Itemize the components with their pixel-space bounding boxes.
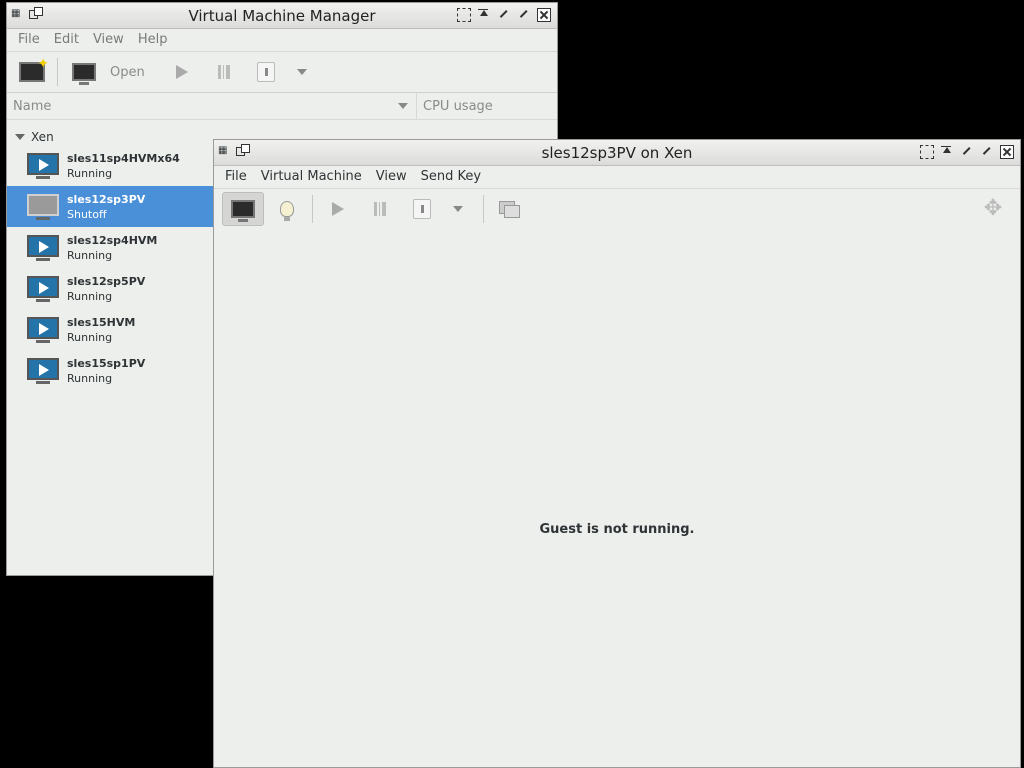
vm-status: Running (67, 371, 113, 385)
vm-status: Running (67, 248, 113, 262)
minimize-icon[interactable] (960, 145, 974, 159)
manager-titlebar[interactable]: ▦ Virtual Machine Manager (7, 3, 557, 29)
vm-name: sles15sp1PV (67, 356, 146, 370)
play-icon (175, 65, 188, 79)
chevron-down-icon[interactable] (398, 103, 408, 109)
run-button[interactable] (165, 55, 199, 89)
chevron-down-icon (453, 206, 463, 212)
close-icon[interactable] (1000, 145, 1014, 159)
menu-view[interactable]: View (86, 29, 131, 51)
fullscreen-icon[interactable] (920, 145, 934, 159)
menu-virtual-machine[interactable]: Virtual Machine (254, 166, 369, 188)
vm-row[interactable]: sles15HVM Running (7, 309, 217, 350)
pause-icon (217, 65, 230, 79)
vm-row[interactable]: sles12sp5PV Running (7, 268, 217, 309)
open-button[interactable]: Open (66, 55, 151, 89)
console-toolbar: ✥ (214, 189, 1020, 229)
toolbar-separator (312, 195, 313, 223)
vm-running-icon (27, 234, 59, 261)
new-vm-icon (19, 56, 49, 82)
toolbar-separator (483, 195, 484, 223)
fullscreen-move-icon: ✥ (983, 196, 1003, 221)
menu-send-key[interactable]: Send Key (414, 166, 488, 188)
pause-icon (374, 202, 386, 216)
vm-status: Running (67, 289, 113, 303)
console-title: sles12sp3PV on Xen (541, 144, 693, 162)
power-icon (413, 199, 431, 219)
toolbar-separator (57, 58, 58, 86)
cpu-column-header[interactable]: CPU usage (417, 93, 499, 119)
minimize-icon[interactable] (497, 8, 511, 22)
vm-row-selected[interactable]: sles12sp3PV Shutoff (7, 186, 217, 227)
vm-row[interactable]: sles15sp1PV Running (7, 350, 217, 391)
power-icon (256, 62, 275, 82)
vm-row[interactable]: sles12sp4HVM Running (7, 227, 217, 268)
vm-running-icon (27, 316, 59, 343)
guest-status-message: Guest is not running. (539, 522, 695, 537)
vm-name: sles12sp4HVM (67, 233, 158, 247)
vm-name: sles12sp3PV (67, 192, 146, 206)
new-vm-button[interactable] (15, 55, 49, 89)
shutdown-button[interactable] (249, 55, 283, 89)
open-label: Open (110, 64, 145, 80)
vm-running-icon (27, 275, 59, 302)
console-titlebar[interactable]: ▦ sles12sp3PV on Xen (214, 140, 1020, 166)
fullscreen-icon[interactable] (457, 8, 471, 22)
raise-icon[interactable] (477, 8, 491, 22)
monitor-icon (231, 200, 255, 222)
console-view-button[interactable] (222, 192, 264, 226)
connection-label: Xen (31, 130, 54, 144)
name-column-label: Name (13, 99, 52, 114)
maximize-icon[interactable] (980, 145, 994, 159)
pause-button[interactable] (363, 192, 397, 226)
vm-status: Running (67, 166, 113, 180)
manager-toolbar: Open (7, 52, 557, 93)
maximize-icon[interactable] (517, 8, 531, 22)
manager-menubar: File Edit View Help (7, 29, 557, 52)
shutdown-button[interactable] (405, 192, 439, 226)
raise-icon[interactable] (940, 145, 954, 159)
console-window: ▦ sles12sp3PV on Xen File Virtual Machin… (213, 139, 1021, 768)
vm-running-icon (27, 152, 59, 179)
expander-icon[interactable] (15, 134, 25, 140)
vm-shutoff-icon (27, 193, 59, 220)
snapshots-button[interactable] (492, 192, 526, 226)
play-icon (332, 202, 344, 216)
menu-file[interactable]: File (218, 166, 254, 188)
run-button[interactable] (321, 192, 355, 226)
chevron-down-icon (296, 69, 307, 75)
vm-running-icon (27, 357, 59, 384)
shutdown-menu-button[interactable] (285, 55, 319, 89)
menu-view[interactable]: View (369, 166, 414, 188)
menu-edit[interactable]: Edit (47, 29, 86, 51)
vm-name: sles15HVM (67, 315, 136, 329)
console-menubar: File Virtual Machine View Send Key (214, 166, 1020, 189)
vm-status: Shutoff (67, 207, 107, 221)
lightbulb-icon (280, 201, 294, 221)
vm-name: sles11sp4HVMx64 (67, 151, 180, 165)
fullscreen-button[interactable]: ✥ (976, 192, 1010, 226)
close-icon[interactable] (537, 8, 551, 22)
shutdown-menu-button[interactable] (441, 192, 475, 226)
name-column-header[interactable]: Name (7, 93, 417, 119)
snapshots-icon (499, 201, 520, 218)
monitor-icon (72, 63, 96, 85)
pause-button[interactable] (207, 55, 241, 89)
column-header: Name CPU usage (7, 93, 557, 120)
menu-help[interactable]: Help (131, 29, 175, 51)
menu-file[interactable]: File (11, 29, 47, 51)
vm-row[interactable]: sles11sp4HVMx64 Running (7, 145, 217, 186)
vm-status: Running (67, 330, 113, 344)
vm-name: sles12sp5PV (67, 274, 146, 288)
details-view-button[interactable] (270, 192, 304, 226)
